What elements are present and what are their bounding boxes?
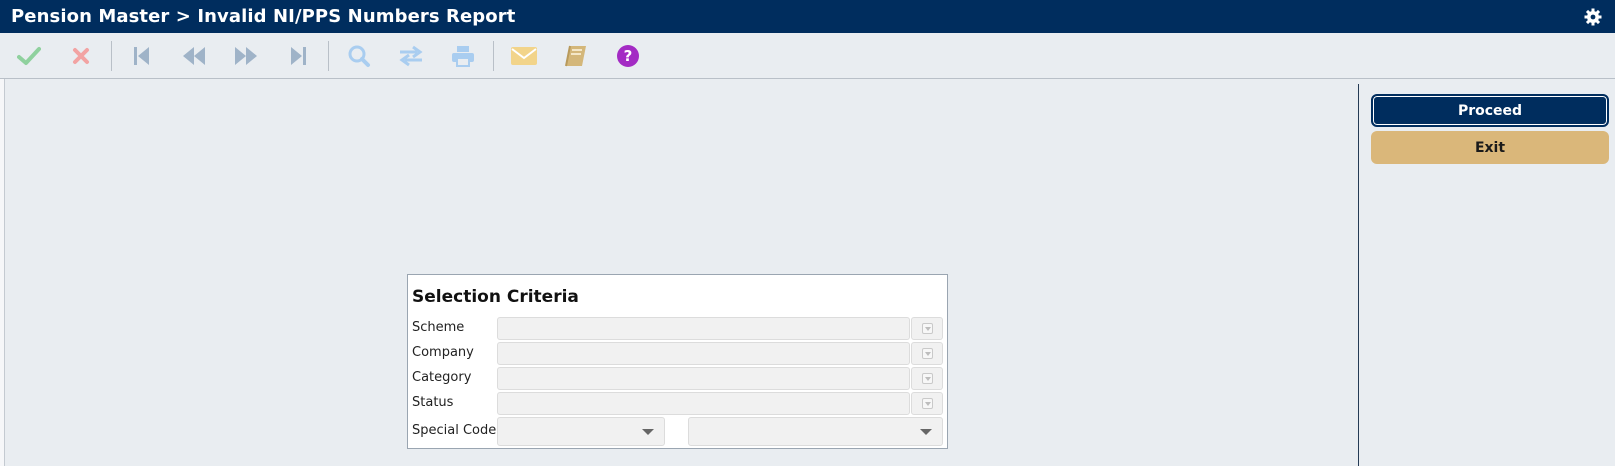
exit-button[interactable]: Exit [1371,131,1609,164]
gear-icon[interactable] [1583,7,1603,27]
first-record-icon[interactable] [127,42,157,70]
panel-title: Selection Criteria [412,287,579,307]
dropdown-icon [921,398,933,409]
special-code-label: Special Code [412,423,497,438]
scheme-label: Scheme [412,320,465,335]
selection-criteria-panel: Selection Criteria Scheme Company Catego… [407,274,948,449]
cancel-icon[interactable] [66,42,96,70]
status-label: Status [412,395,454,410]
dropdown-icon [921,373,933,384]
search-icon[interactable] [344,42,374,70]
company-label: Company [412,345,474,360]
swap-icon[interactable] [396,42,426,70]
toolbar-separator [328,41,329,71]
scheme-field[interactable] [497,317,910,340]
toolbar-separator [493,41,494,71]
category-field[interactable] [497,367,910,390]
notebook-icon[interactable] [561,42,591,70]
help-icon[interactable]: ? [613,42,643,70]
chevron-down-icon [642,429,654,435]
toolbar: ? [0,33,1615,79]
left-edge-strip [0,79,5,466]
proceed-button[interactable]: Proceed [1371,94,1609,127]
chevron-down-icon [920,429,932,435]
category-label: Category [412,370,472,385]
dropdown-icon [921,323,933,334]
category-lookup-button[interactable] [911,367,943,390]
title-bar: Pension Master > Invalid NI/PPS Numbers … [0,0,1615,33]
company-field[interactable] [497,342,910,365]
print-icon[interactable] [448,42,478,70]
previous-record-icon[interactable] [179,42,209,70]
status-lookup-button[interactable] [911,392,943,415]
next-record-icon[interactable] [231,42,261,70]
scheme-lookup-button[interactable] [911,317,943,340]
dropdown-icon [921,348,933,359]
status-field[interactable] [497,392,910,415]
special-code-select-1[interactable] [497,417,665,446]
company-lookup-button[interactable] [911,342,943,365]
confirm-icon[interactable] [14,42,44,70]
last-record-icon[interactable] [283,42,313,70]
mail-icon[interactable] [509,42,539,70]
toolbar-separator [111,41,112,71]
window-title: Pension Master > Invalid NI/PPS Numbers … [11,6,516,27]
special-code-select-2[interactable] [688,417,943,446]
svg-text:?: ? [624,47,633,65]
action-pane-divider [1358,84,1359,466]
